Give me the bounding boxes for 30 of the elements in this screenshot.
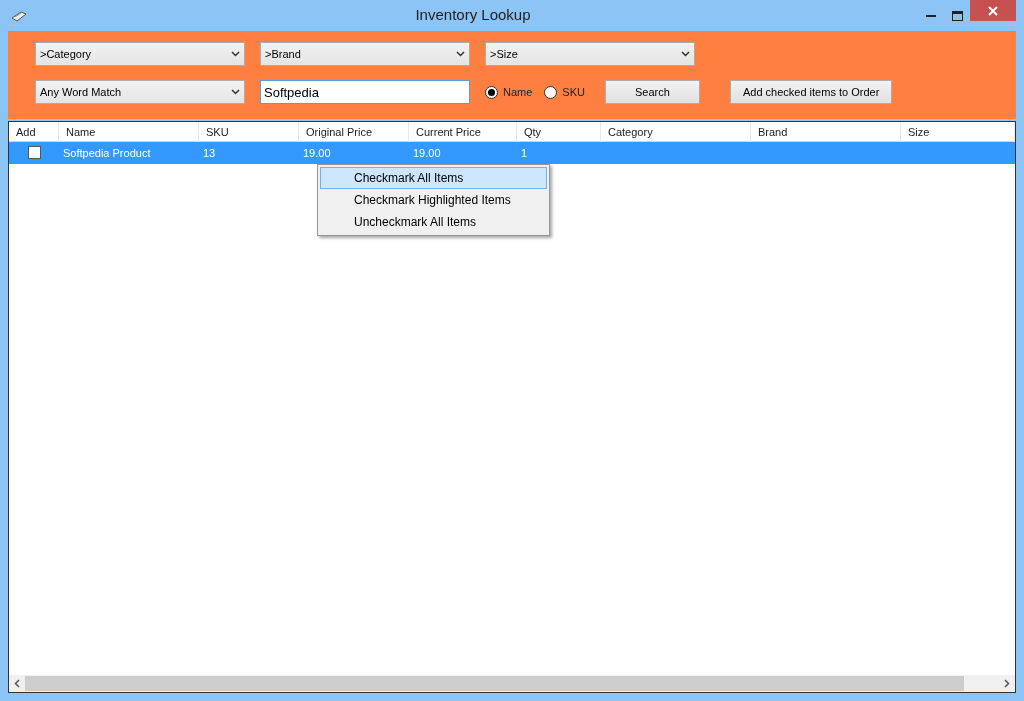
scrollbar-thumb[interactable] [25,676,964,691]
app-icon [10,9,28,22]
menu-item[interactable]: Uncheckmark All Items [320,211,547,233]
radio-option[interactable]: SKU [544,83,585,101]
table-cell-text: 1 [520,146,529,161]
close-icon [988,5,998,16]
chevron-down-icon [231,51,240,57]
minimize-icon [926,14,936,17]
filter-dropdown[interactable]: >Category [35,42,245,66]
maximize-icon [951,10,963,21]
chevron-down-icon [681,51,690,57]
table-cell-text: 19.00 [412,146,442,161]
search-field[interactable]: Softpedia [260,80,470,104]
chevron-down-icon [231,89,240,95]
add-to-order-button[interactable]: Add checked items to Order [729,80,893,104]
table-cell-text: 13 [202,146,217,161]
close-button[interactable] [970,0,1016,21]
match-mode-dropdown[interactable]: Any Word Match [35,80,245,104]
table-cell-text: Softpedia Product [62,146,152,161]
search-button[interactable]: Search [604,80,700,104]
filter-dropdown[interactable]: >Size [485,42,695,66]
menu-item[interactable]: Checkmark All Items [320,167,547,189]
chevron-down-icon [456,51,465,57]
table-cell-text: 19.00 [302,146,332,161]
menu-item[interactable]: Checkmark Highlighted Items [320,189,547,211]
horizontal-scrollbar[interactable] [9,675,1015,692]
window-title: Inventory Lookup [414,5,532,26]
checkbox[interactable] [27,146,41,159]
radio-option[interactable]: Name [485,83,533,101]
filter-dropdown[interactable]: >Brand [260,42,470,66]
